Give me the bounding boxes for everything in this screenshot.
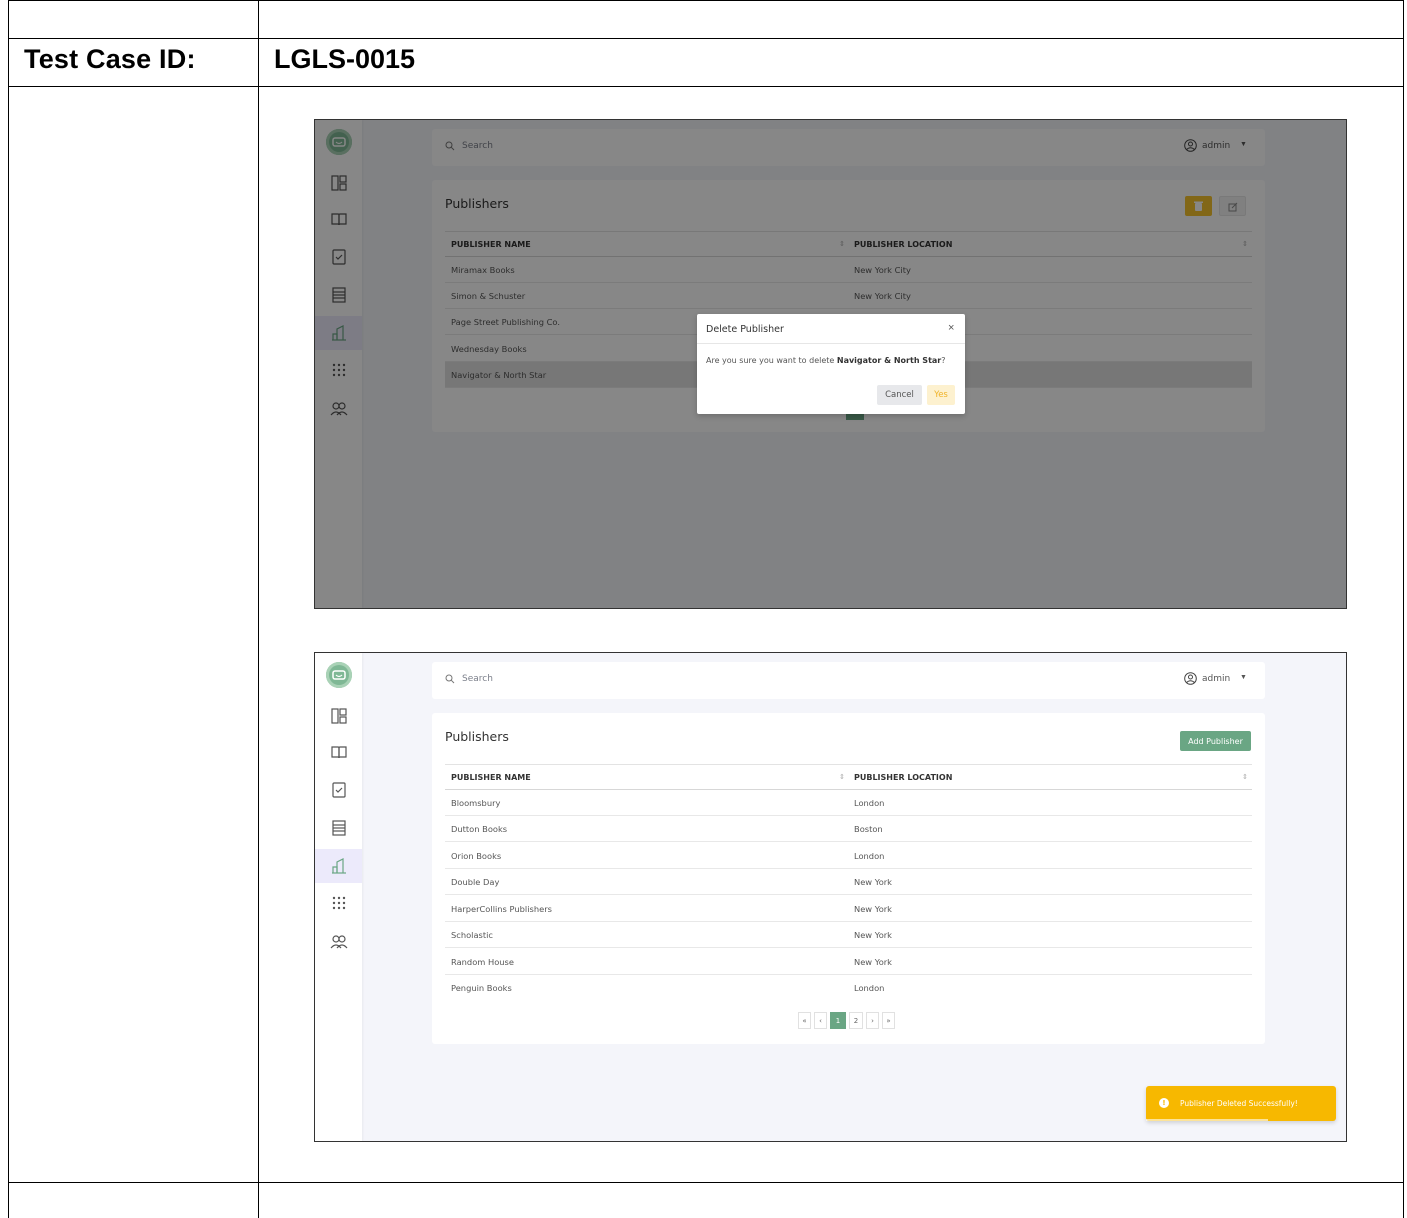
publisher-name-cell: Bloomsbury [451, 798, 501, 808]
pagination-next-button[interactable]: › [866, 1012, 879, 1029]
yes-button[interactable]: Yes [927, 385, 955, 405]
dashboard-icon[interactable] [315, 699, 362, 733]
table-border-top [8, 0, 1404, 1]
delete-publisher-dialog: Delete Publisher × Are you sure you want… [697, 314, 965, 414]
sidebar [315, 653, 362, 1141]
user-circle-icon[interactable] [1184, 672, 1197, 685]
table-row[interactable]: Orion Books London [445, 843, 1252, 869]
chevron-down-icon[interactable]: ▼ [1240, 674, 1247, 681]
publisher-location-cell: London [854, 798, 885, 808]
table-border-row1 [8, 38, 1404, 39]
page-title: Publishers [445, 729, 509, 744]
search-input[interactable]: Search [462, 674, 493, 684]
publisher-name-cell: Double Day [451, 877, 500, 887]
sort-icon[interactable]: ⇕ [839, 773, 845, 781]
bookmark-icon[interactable] [315, 773, 362, 807]
publisher-building-icon[interactable] [315, 849, 362, 883]
publisher-name-cell: Dutton Books [451, 824, 508, 834]
publisher-name-cell: Random House [451, 957, 514, 967]
users-icon[interactable] [315, 925, 362, 959]
table-border-row3 [8, 1182, 1404, 1183]
publisher-location-cell: New York [854, 957, 892, 967]
table-row[interactable]: Dutton Books Boston [445, 816, 1252, 842]
publisher-name-cell: Scholastic [451, 930, 493, 940]
publisher-name-cell: Penguin Books [451, 983, 512, 993]
table-header: PUBLISHER NAME ⇕ PUBLISHER LOCATION ⇕ [445, 764, 1252, 790]
publisher-location-cell: Boston [854, 824, 883, 834]
pagination-prev-button[interactable]: ‹ [814, 1012, 827, 1029]
publishers-panel: Publishers Add Publisher PUBLISHER NAME … [432, 713, 1265, 1044]
pagination-last-button[interactable]: » [882, 1012, 895, 1029]
dialog-message: Are you sure you want to delete Navigato… [706, 356, 945, 365]
publisher-name-cell: HarperCollins Publishers [451, 904, 552, 914]
sort-icon[interactable]: ⇕ [1242, 773, 1248, 781]
grid-icon[interactable] [315, 886, 362, 920]
top-bar: Search admin ▼ [432, 662, 1265, 699]
pagination: « ‹ 1 2 › » [798, 1012, 895, 1030]
dialog-header: Delete Publisher × [697, 314, 965, 344]
table-border-left [8, 0, 9, 1218]
test-case-value: LGLS-0015 [274, 44, 416, 74]
pagination-first-button[interactable]: « [798, 1012, 811, 1029]
table-border-right [1403, 0, 1404, 1218]
alert-icon: ! [1159, 1098, 1169, 1108]
table-row[interactable]: Double Day New York [445, 869, 1252, 895]
column-header-location[interactable]: PUBLISHER LOCATION [854, 773, 952, 782]
close-icon[interactable]: × [948, 322, 954, 334]
table-row[interactable]: Penguin Books London [445, 975, 1252, 1001]
book-icon[interactable] [315, 735, 362, 769]
add-publisher-button[interactable]: Add Publisher [1180, 731, 1251, 751]
table-row[interactable]: Random House New York [445, 949, 1252, 975]
screenshot-after-deletion: Search admin ▼ Publishers Add Publisher … [314, 652, 1347, 1142]
user-menu-name[interactable]: admin [1202, 674, 1230, 684]
dialog-title: Delete Publisher [706, 324, 784, 335]
search-icon [445, 674, 455, 684]
publisher-location-cell: New York [854, 930, 892, 940]
toast-message: Publisher Deleted Successfully! [1180, 1099, 1298, 1108]
publisher-location-cell: New York [854, 904, 892, 914]
toast-progress-bar [1146, 1119, 1268, 1121]
publisher-location-cell: London [854, 983, 885, 993]
logo-icon[interactable] [326, 662, 352, 688]
list-icon[interactable] [315, 811, 362, 845]
table-row[interactable]: Bloomsbury London [445, 790, 1252, 816]
screenshot-delete-confirmation: Search admin ▼ Publishers PUBLISHER NAME… [314, 119, 1347, 609]
dialog-message-prefix: Are you sure you want to delete [706, 356, 837, 365]
table-row[interactable]: HarperCollins Publishers New York [445, 896, 1252, 922]
publisher-location-cell: London [854, 851, 885, 861]
table-border-mid [258, 0, 259, 1218]
table-border-row2 [8, 86, 1404, 87]
table-row[interactable]: Scholastic New York [445, 922, 1252, 948]
dialog-message-publisher: Navigator & North Star [836, 356, 942, 365]
column-header-name[interactable]: PUBLISHER NAME [451, 773, 531, 782]
pagination-page-1[interactable]: 1 [830, 1012, 846, 1029]
cancel-button[interactable]: Cancel [877, 385, 922, 405]
publisher-location-cell: New York [854, 877, 892, 887]
publisher-name-cell: Orion Books [451, 851, 502, 861]
dialog-message-suffix: ? [941, 356, 946, 365]
test-case-label: Test Case ID: [24, 44, 196, 74]
pagination-page-2[interactable]: 2 [849, 1012, 863, 1029]
success-toast[interactable]: ! Publisher Deleted Successfully! [1146, 1086, 1336, 1121]
